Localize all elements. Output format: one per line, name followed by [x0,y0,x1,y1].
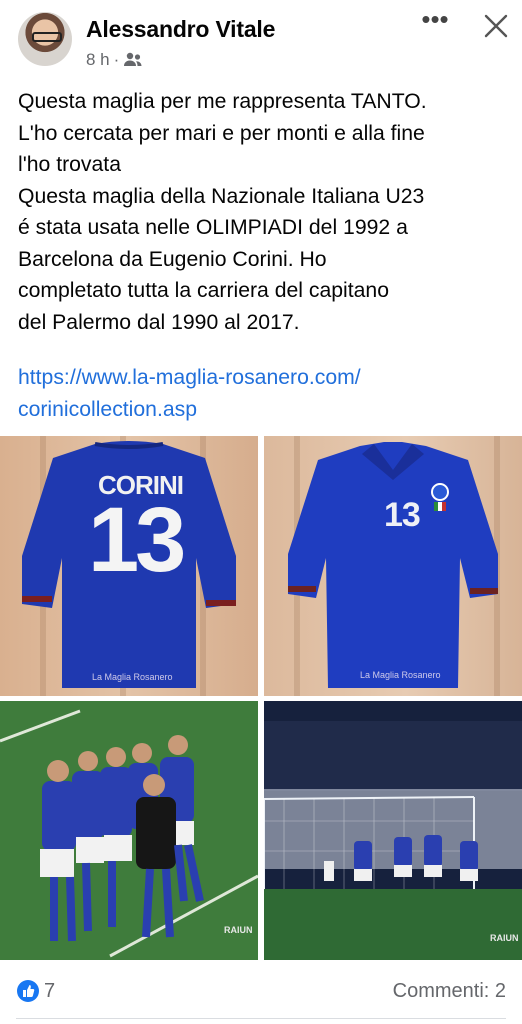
avatar[interactable] [18,12,72,66]
comments-count[interactable]: Commenti: 2 [393,980,506,1003]
post-meta: 8 h · [86,50,143,70]
like-count[interactable]: 7 [44,980,55,1003]
more-icon: ••• [421,4,449,34]
photo-free-kick-wall[interactable]: RAIUN [0,701,258,960]
photo-jersey-back[interactable]: CORINI 13 La Maglia Rosanero [0,436,258,696]
photo-stadium-free-kick[interactable]: RAIUN [264,701,522,960]
avatar-glasses [32,32,62,42]
post-time[interactable]: 8 h [86,50,110,70]
reactions-bar: 7 Commenti: 2 [0,968,522,1018]
meta-separator: · [113,50,120,69]
players-wall-scene [0,701,258,960]
author-name[interactable]: Alessandro Vitale [86,16,275,43]
friends-icon [124,52,142,66]
close-button[interactable] [482,12,510,40]
jersey-back-number: 13 [88,489,186,591]
post-link[interactable]: https://www.la-maglia-rosanero.com/ cori… [18,362,508,425]
jersey-front-number: 13 [384,496,421,534]
more-options-button[interactable]: ••• [420,6,450,38]
watermark: La Maglia Rosanero [92,672,173,682]
broadcaster-logo: RAIUN [224,925,253,935]
photo-jersey-front[interactable]: 13 La Maglia Rosanero [264,436,522,696]
like-icon[interactable] [17,980,39,1002]
broadcaster-logo: RAIUN [490,933,519,943]
close-icon [484,14,508,38]
footer-divider [16,1018,506,1019]
stadium-scene [264,701,522,960]
watermark: La Maglia Rosanero [360,670,441,680]
post-header: Alessandro Vitale 8 h · ••• [0,0,522,80]
thumbs-up-icon [23,985,35,997]
jersey-front-shape [288,442,498,688]
post-body: Questa maglia per me rappresenta TANTO. … [18,90,427,334]
